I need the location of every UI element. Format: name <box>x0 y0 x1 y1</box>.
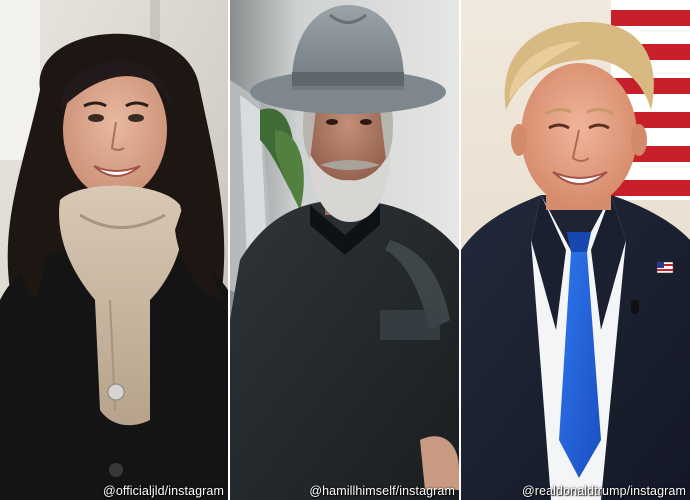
photo-credit-3: @realdonaldtrump/instagram <box>522 484 686 498</box>
portrait-woman-scarf <box>0 0 228 500</box>
portrait-man-blue-tie <box>461 0 690 500</box>
photo-collage: @officialjld/instagram @hamillhimself/in… <box>0 0 690 500</box>
photo-credit-1: @officialjld/instagram <box>103 484 224 498</box>
photo-credit-2: @hamillhimself/instagram <box>309 484 455 498</box>
portrait-man-fedora <box>230 0 459 500</box>
photo-panel-2: @hamillhimself/instagram <box>230 0 459 500</box>
photo-panel-3: @realdonaldtrump/instagram <box>461 0 690 500</box>
photo-panel-1: @officialjld/instagram <box>0 0 228 500</box>
